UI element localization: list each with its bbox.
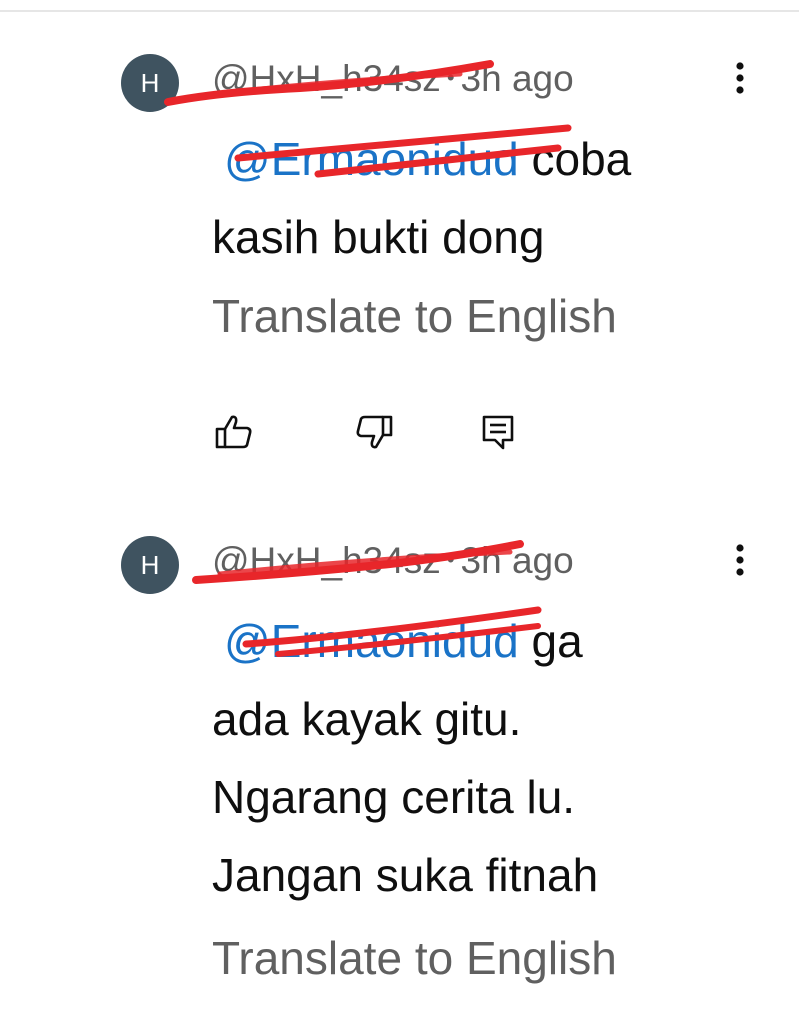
comment-text: @Ermaonidud coba kasih bukti dong bbox=[212, 120, 752, 276]
author-handle[interactable]: @HxH_h34sz bbox=[212, 58, 441, 99]
avatar[interactable]: H bbox=[121, 54, 179, 112]
more-vert-icon bbox=[736, 544, 744, 576]
thumbs-up-icon bbox=[215, 415, 252, 449]
translate-button[interactable]: Translate to English bbox=[212, 928, 617, 988]
avatar-letter: H bbox=[140, 550, 160, 580]
translate-button[interactable]: Translate to English bbox=[212, 286, 617, 346]
comment-line: coba bbox=[531, 133, 632, 185]
avatar-letter: H bbox=[140, 68, 160, 98]
comment-text: @Ermaonidud ga ada kayak gitu. Ngarang c… bbox=[212, 602, 752, 914]
like-button[interactable] bbox=[212, 410, 256, 454]
comment-line: ada kayak gitu. bbox=[212, 693, 522, 745]
top-divider bbox=[0, 0, 799, 12]
dislike-button[interactable] bbox=[352, 410, 396, 454]
meta-separator: • bbox=[446, 65, 455, 90]
more-vert-icon bbox=[736, 62, 744, 94]
meta-separator: • bbox=[446, 547, 455, 572]
comment-item: H @HxH_h34sz • 3h ago @Ermaonidud ga ada k… bbox=[0, 530, 799, 1024]
reply-icon bbox=[482, 415, 514, 450]
comment-actions bbox=[212, 410, 532, 458]
comment-time: 3h ago bbox=[460, 540, 574, 581]
comment-line: kasih bukti dong bbox=[212, 211, 545, 263]
comment-meta: @HxH_h34sz • 3h ago bbox=[212, 536, 574, 584]
author-handle[interactable]: @HxH_h34sz bbox=[212, 540, 441, 581]
more-options-button[interactable] bbox=[716, 54, 764, 102]
comment-meta: @HxH_h34sz • 3h ago bbox=[212, 54, 574, 102]
comment-line: ga bbox=[531, 615, 583, 667]
avatar[interactable]: H bbox=[121, 536, 179, 594]
more-options-button[interactable] bbox=[716, 536, 764, 584]
comment-item: H @HxH_h34sz • 3h ago @Ermaonidud coba kas… bbox=[0, 48, 799, 468]
thumbs-down-icon bbox=[356, 415, 393, 449]
reply-button[interactable] bbox=[476, 410, 520, 454]
comment-line: Jangan suka fitnah bbox=[212, 849, 599, 901]
mention-link[interactable]: @Ermaonidud bbox=[224, 615, 519, 667]
comment-line: Ngarang cerita lu. bbox=[212, 771, 576, 823]
comment-time: 3h ago bbox=[460, 58, 574, 99]
mention-link[interactable]: @Ermaonidud bbox=[224, 133, 519, 185]
